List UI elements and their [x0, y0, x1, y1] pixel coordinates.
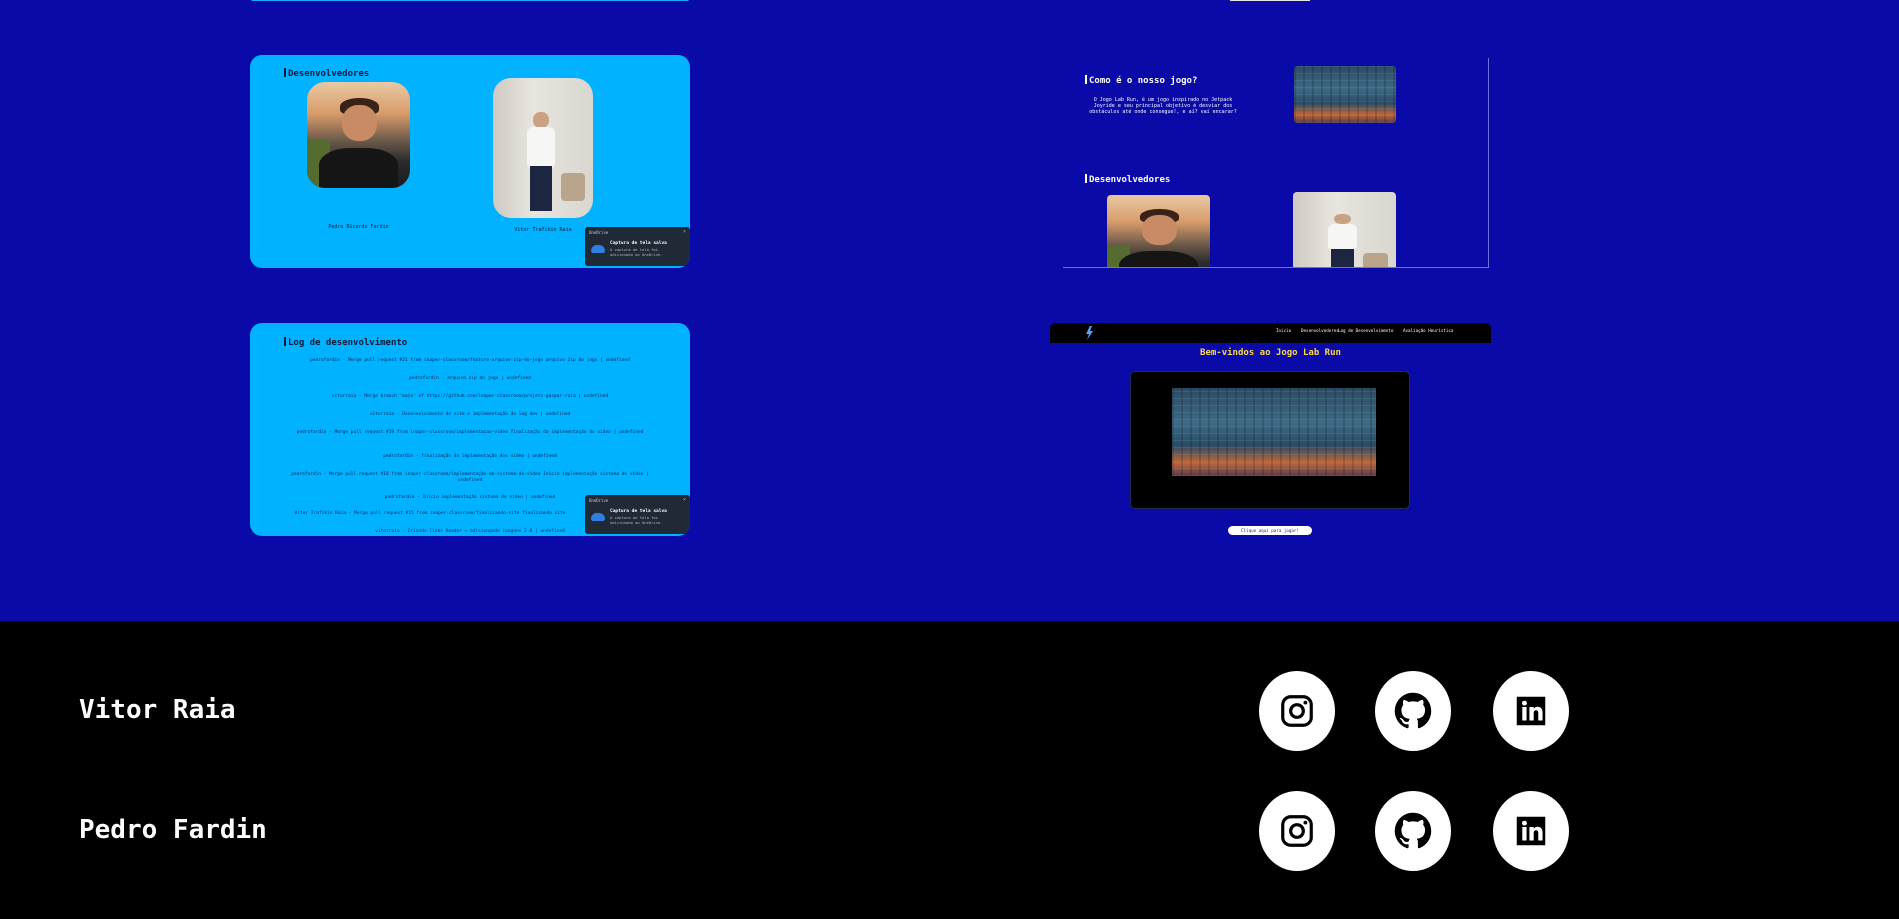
log-entry: pedrofardin - Merge pull request #21 fro…: [310, 358, 630, 363]
toast-body: A captura de tela foi adicionada ao OneD…: [610, 515, 663, 525]
nav-item-desenvolvedores[interactable]: Desenvolvedores: [1301, 328, 1339, 333]
previous-card-edge: [1230, 0, 1310, 1]
home-screenshot-card: Ínicio Desenvolvedores Log de Desenvolvi…: [1050, 323, 1491, 613]
site-heading: Bem-vindos ao Jogo Lab Run: [1200, 348, 1341, 358]
cloud-icon: [591, 245, 605, 253]
game-description: O Jogo Lab Run, é um jogo inspirado no J…: [1089, 97, 1237, 115]
developer-name-vitor: Vitor Raia: [79, 695, 236, 725]
log-entry: Vitor Trafikin Raia - Merge pull request…: [294, 511, 566, 516]
developer-photo-pedro: [1107, 195, 1210, 267]
footer: Vitor Raia Pedro Fardin: [0, 621, 1899, 919]
nav-item-avaliacao[interactable]: Avaliação Heurística: [1403, 328, 1453, 333]
play-button[interactable]: Clique aqui para jogar!: [1228, 526, 1312, 535]
toast-body: A captura de tela foi adicionada ao OneD…: [610, 247, 663, 257]
game-info-screenshot-card: Como é o nosso jogo? O Jogo Lab Run, é u…: [1063, 58, 1489, 268]
cloud-icon: [591, 513, 605, 521]
linkedin-icon: [1516, 816, 1546, 846]
log-entry: vitorraia - Merge branch 'main' of https…: [331, 394, 609, 399]
log-entry: pedrofardin - arquivo zip do jogo | unde…: [409, 376, 531, 381]
onedrive-toast: OneDrive × Captura de tela salva A captu…: [585, 227, 690, 266]
nav-item-inicio[interactable]: Ínicio: [1276, 328, 1291, 333]
site-navbar: Ínicio Desenvolvedores Log de Desenvolvi…: [1050, 323, 1491, 343]
card-title: Como é o nosso jogo?: [1085, 75, 1197, 86]
log-screenshot-card: Log de desenvolvimento pedrofardin - Mer…: [250, 323, 690, 536]
developer-caption: Pedro Ricardo Fardin: [328, 224, 389, 230]
close-icon: ×: [682, 229, 686, 235]
card-title: Desenvolvedores: [1085, 174, 1170, 185]
developer-name-pedro: Pedro Fardin: [79, 815, 267, 845]
card-title: Desenvolvedores: [284, 68, 369, 79]
instagram-icon: [1281, 815, 1313, 847]
github-icon: [1394, 812, 1432, 849]
card-title: Log de desenvolvimento: [284, 337, 407, 348]
developer-photo-vitor: [493, 78, 593, 218]
log-entry: pedrofardin - Merge pull request #18 fro…: [291, 472, 649, 483]
toast-app-name: OneDrive: [589, 498, 609, 503]
nav-item-log[interactable]: Log de Desenvolvimento: [1338, 328, 1393, 333]
linkedin-icon: [1516, 696, 1546, 726]
developer-photo-vitor: [1293, 192, 1396, 267]
developers-screenshot-card: Desenvolvedores Pedro Ricardo Fardin Vit…: [250, 55, 690, 268]
game-screen: [1172, 388, 1376, 476]
log-entry: vitorraia - Desenvolvimento de site e im…: [369, 412, 571, 417]
instagram-icon: [1281, 695, 1313, 727]
github-link-pedro[interactable]: [1375, 791, 1451, 871]
toast-app-name: OneDrive: [589, 230, 609, 235]
log-entry: pedrofardin - finalização da implementaç…: [383, 454, 557, 459]
onedrive-toast: OneDrive × Captura de tela salva A captu…: [585, 495, 690, 534]
instagram-link-vitor[interactable]: [1259, 671, 1335, 751]
instagram-link-pedro[interactable]: [1259, 791, 1335, 871]
game-thumbnail: [1294, 66, 1396, 123]
github-link-vitor[interactable]: [1375, 671, 1451, 751]
toast-title: Captura de tela salva: [610, 241, 667, 246]
toast-title: Captura de tela salva: [610, 509, 667, 514]
project-showcase: Desenvolvedores Pedro Ricardo Fardin Vit…: [0, 0, 1899, 621]
game-frame: [1130, 371, 1410, 509]
linkedin-link-pedro[interactable]: [1493, 791, 1569, 871]
logo-icon: [1086, 326, 1093, 340]
linkedin-link-vitor[interactable]: [1493, 671, 1569, 751]
log-entry: pedrofardin - Merge pull request #19 fro…: [296, 430, 644, 435]
close-icon: ×: [682, 497, 686, 503]
previous-card-edge: [251, 0, 689, 1]
developer-photo-pedro: [307, 82, 410, 188]
github-icon: [1394, 692, 1432, 729]
